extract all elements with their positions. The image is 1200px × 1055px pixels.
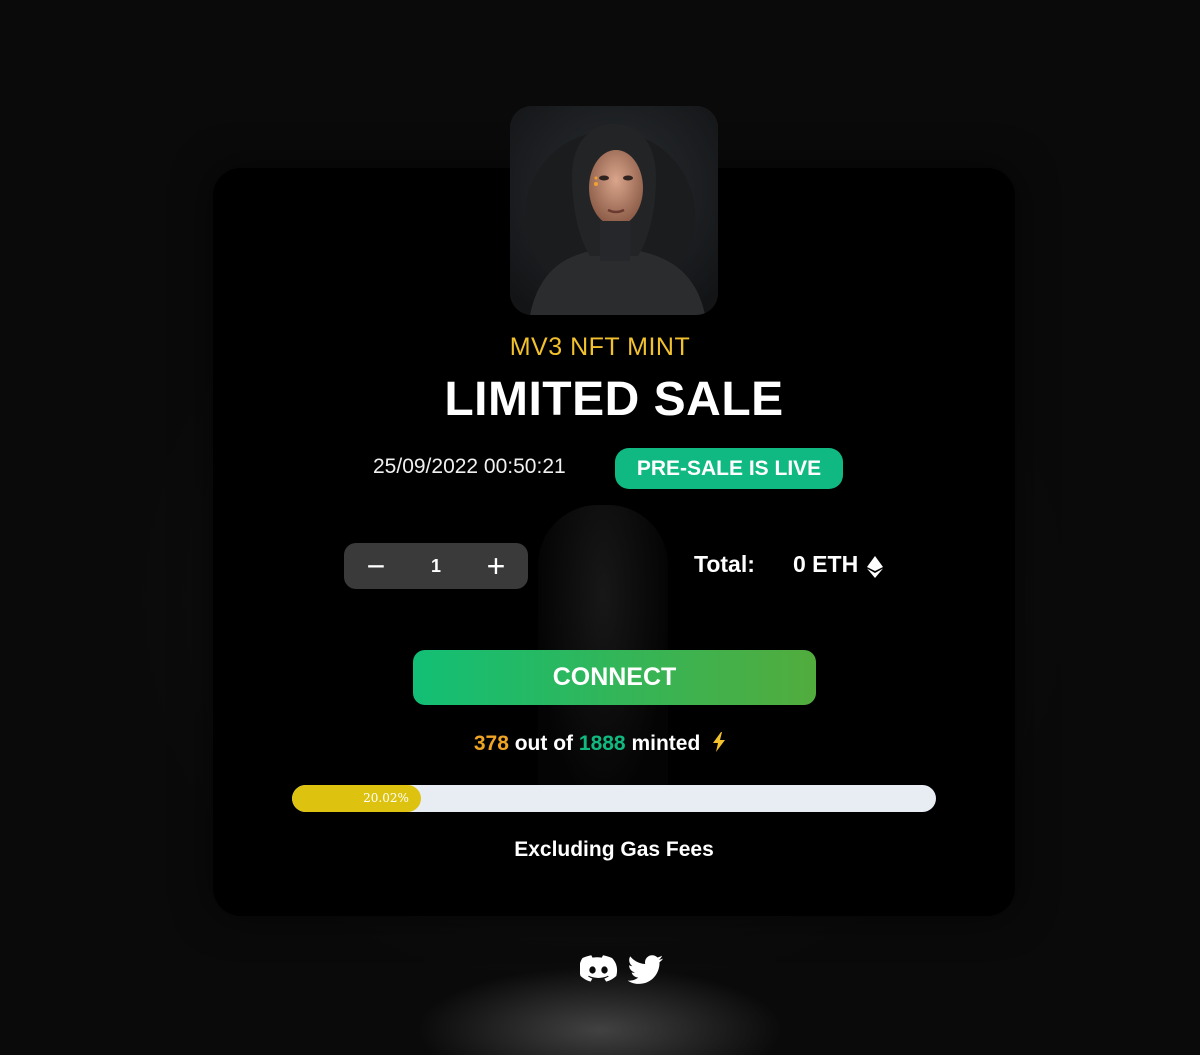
minted-count: 378 [473, 732, 509, 755]
lightning-icon [713, 732, 726, 752]
mint-progress-bar: 20.02% [292, 785, 936, 812]
nft-avatar-image [510, 106, 718, 315]
ethereum-icon [867, 556, 883, 578]
total-value: 0 ETH [793, 551, 859, 577]
mint-progress-fill: 20.02% [292, 785, 421, 812]
gas-fee-note: Excluding Gas Fees [514, 838, 714, 861]
total-label: Total: [694, 551, 755, 577]
social-links [580, 955, 664, 987]
quantity-stepper: − 1 + [344, 543, 528, 589]
connect-wallet-button[interactable]: CONNECT [413, 650, 816, 705]
sale-date: 25/09/2022 00:50:21 [373, 455, 566, 478]
quantity-value: 1 [430, 556, 441, 576]
collection-subtitle: MV3 NFT MINT [509, 333, 691, 361]
mint-count: 378 out of 1888 minted [0, 732, 1200, 756]
total-supply: 1888 [578, 732, 626, 755]
twitter-icon[interactable] [628, 955, 664, 985]
page-title: LIMITED SALE [444, 373, 784, 426]
mint-progress-label: 20.02% [363, 791, 409, 805]
discord-icon[interactable] [580, 955, 618, 985]
minted-suffix: minted [631, 732, 701, 755]
increase-quantity-button[interactable]: + [466, 543, 526, 589]
minted-separator: out of [514, 732, 574, 755]
decrease-quantity-button[interactable]: − [346, 543, 406, 589]
presale-status-badge: PRE-SALE IS LIVE [615, 448, 843, 489]
